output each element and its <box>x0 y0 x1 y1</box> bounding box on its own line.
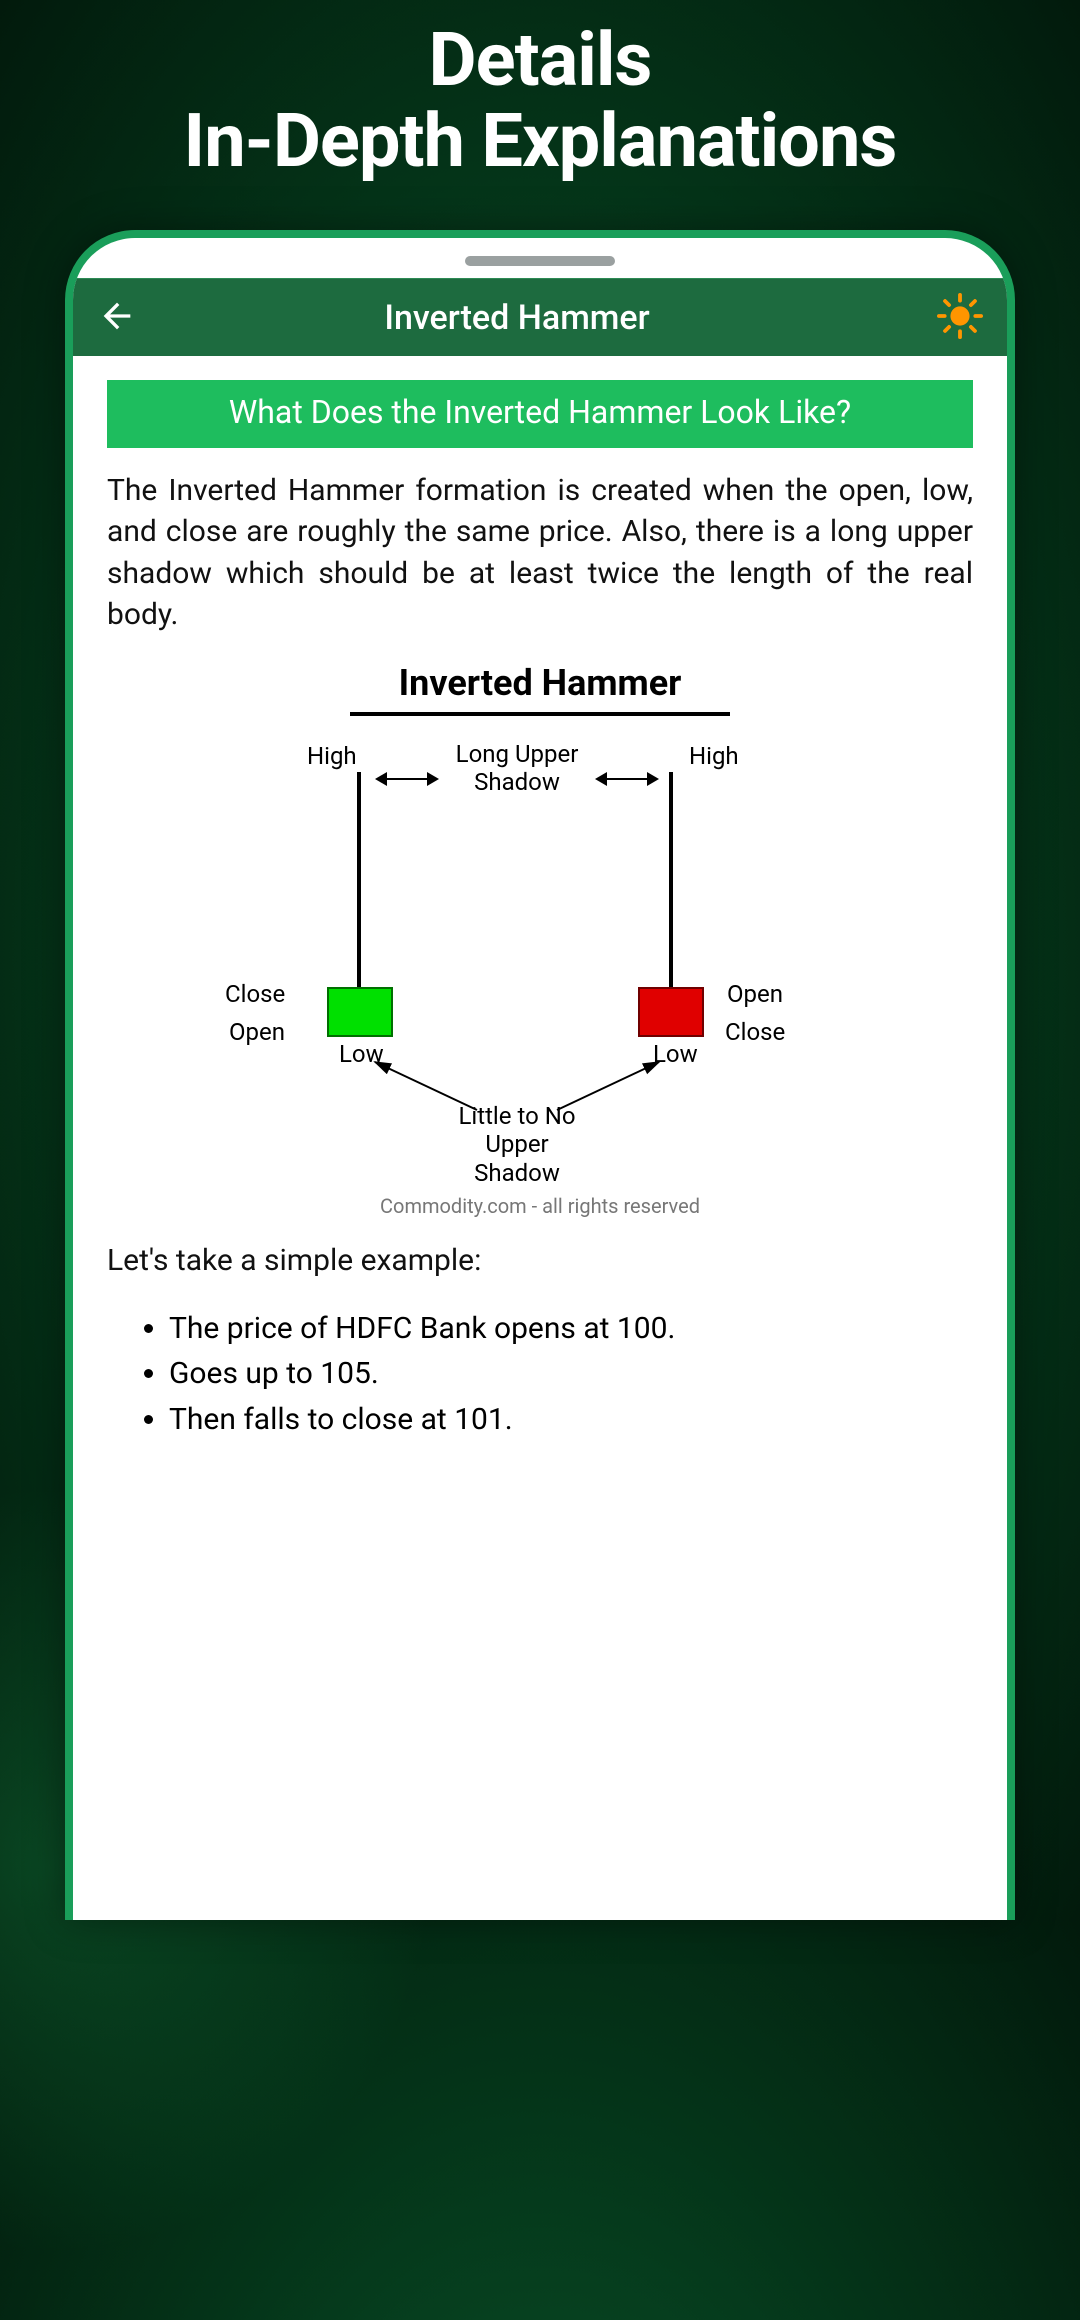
arrow-left-upper <box>377 778 437 780</box>
list-item: Goes up to 105. <box>169 1352 973 1396</box>
example-list: The price of HDFC Bank opens at 100. Goe… <box>169 1307 973 1442</box>
example-intro: Let's take a simple example: <box>107 1240 973 1281</box>
label-high-left: High <box>307 742 357 771</box>
diagram-credit: Commodity.com - all rights reserved <box>107 1194 973 1218</box>
section-heading: What Does the Inverted Hammer Look Like? <box>107 380 973 448</box>
diagram-underline <box>350 712 730 716</box>
arrow-right-upper <box>597 778 657 780</box>
list-item: The price of HDFC Bank opens at 100. <box>169 1307 973 1351</box>
content-area[interactable]: What Does the Inverted Hammer Look Like?… <box>73 356 1007 1441</box>
label-low-right: Low <box>653 1040 698 1069</box>
phone-speaker <box>465 256 615 266</box>
right-wick <box>669 772 673 1002</box>
green-candle-body <box>327 987 393 1037</box>
promo-line1: Details <box>0 20 1080 101</box>
label-low-left: Low <box>339 1040 384 1069</box>
label-high-right: High <box>689 742 739 771</box>
app-header: Inverted Hammer <box>73 278 1007 356</box>
left-wick <box>357 772 361 1002</box>
candlestick-diagram: High High Long Upper Shadow Close Open O… <box>107 742 973 1222</box>
theme-toggle[interactable] <box>937 293 983 343</box>
label-open-left: Open <box>229 1018 285 1047</box>
label-little-shadow: Little to No Upper Shadow <box>447 1102 587 1188</box>
label-close-left: Close <box>225 980 285 1009</box>
list-item: Then falls to close at 101. <box>169 1398 973 1442</box>
promo-line2: In-Depth Explanations <box>0 101 1080 182</box>
paragraph-1: The Inverted Hammer formation is created… <box>107 470 973 636</box>
diagram-title: Inverted Hammer <box>107 662 973 704</box>
label-close-right: Close <box>725 1018 785 1047</box>
sun-icon <box>937 293 983 339</box>
promo-heading: Details In-Depth Explanations <box>0 0 1080 183</box>
phone-frame: Inverted Hammer What Does the Inverted H… <box>65 230 1015 1920</box>
label-long-upper-shadow: Long Upper Shadow <box>447 740 587 798</box>
header-title: Inverted Hammer <box>97 298 937 338</box>
red-candle-body <box>638 987 704 1037</box>
label-open-right: Open <box>727 980 783 1009</box>
